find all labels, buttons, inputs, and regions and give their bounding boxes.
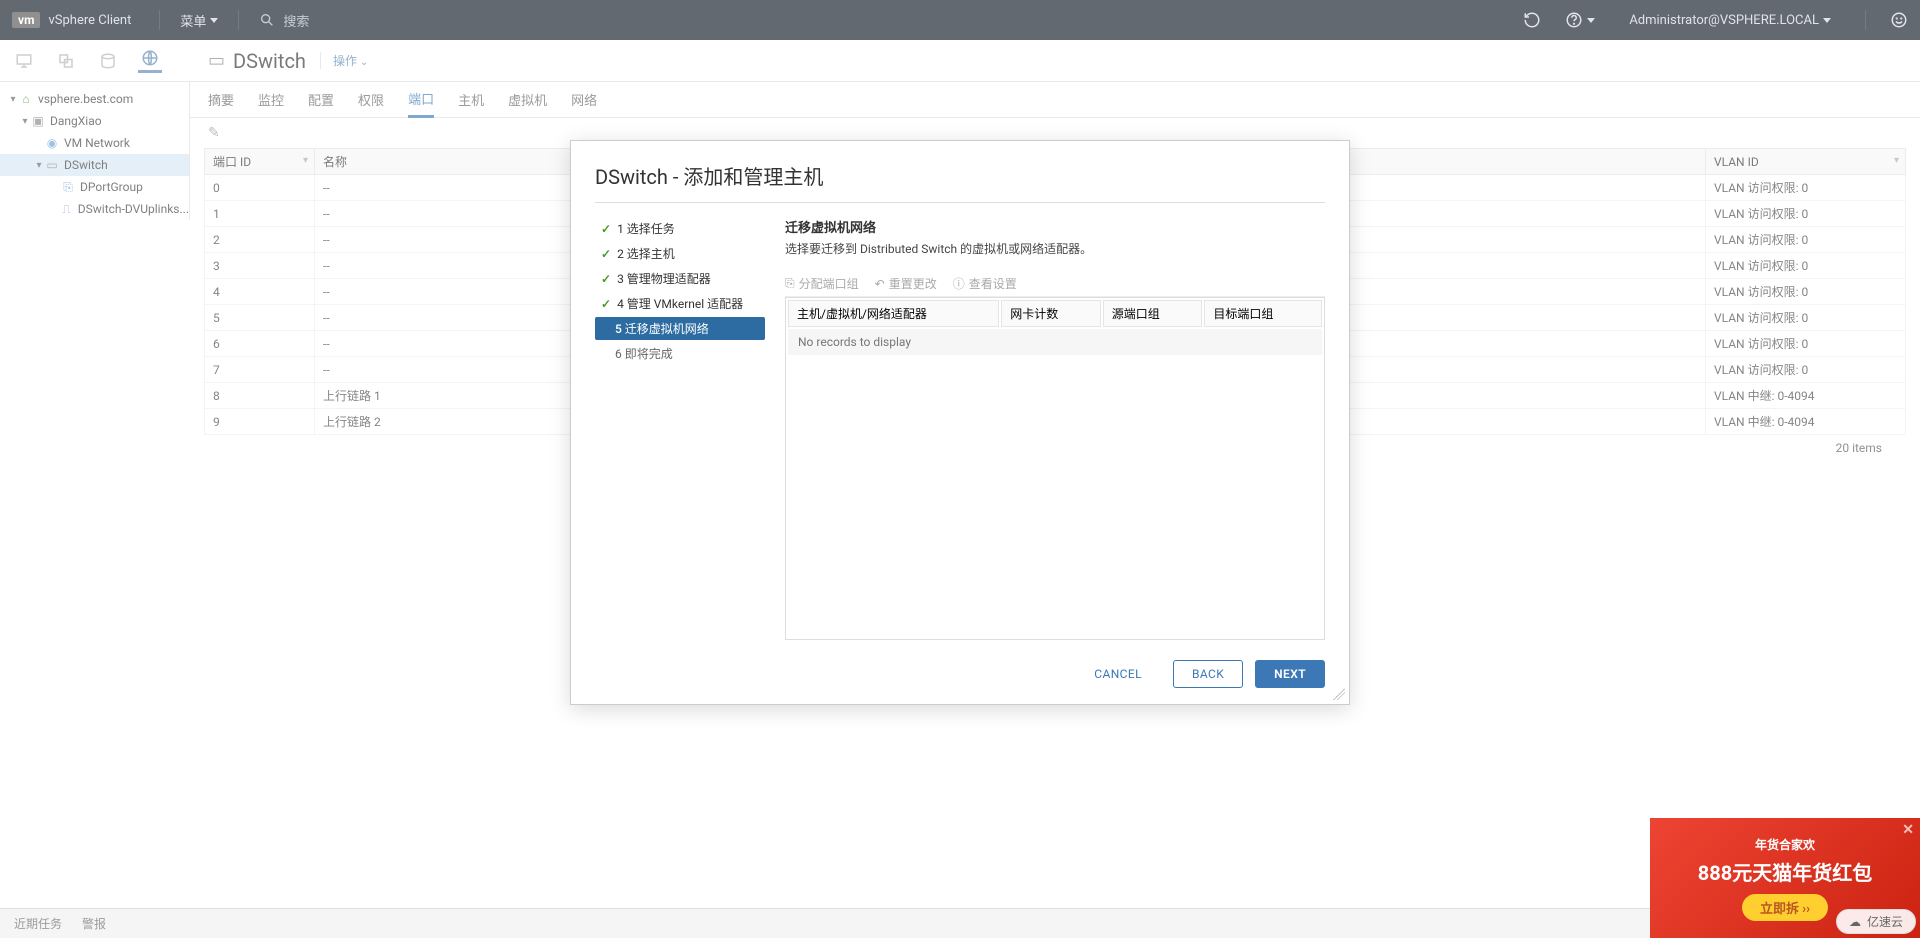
col-dst[interactable]: 目标端口组 <box>1204 300 1322 327</box>
content-description: 选择要迁移到 Distributed Switch 的虚拟机或网络适配器。 <box>785 240 1325 257</box>
info-icon: ⓘ <box>953 275 965 292</box>
wizard-step[interactable]: 6 即将完成 <box>595 342 765 365</box>
modal-overlay: DSwitch - 添加和管理主机 1 选择任务2 选择主机3 管理物理适配器4… <box>0 0 1920 938</box>
portgroup-icon: ⎘ <box>785 276 795 291</box>
inner-toolbar: ⎘分配端口组 ↶重置更改 ⓘ查看设置 <box>785 271 1325 297</box>
cancel-button[interactable]: CANCEL <box>1075 660 1161 688</box>
ad-button[interactable]: 立即拆 ›› <box>1742 894 1828 921</box>
wizard-step[interactable]: 4 管理 VMkernel 适配器 <box>595 292 765 315</box>
col-nic[interactable]: 网卡计数 <box>1001 300 1101 327</box>
view-settings[interactable]: ⓘ查看设置 <box>953 275 1017 292</box>
content-heading: 迁移虚拟机网络 <box>785 217 1325 236</box>
wizard-steps: 1 选择任务2 选择主机3 管理物理适配器4 管理 VMkernel 适配器5 … <box>595 217 765 640</box>
wizard-step[interactable]: 3 管理物理适配器 <box>595 267 765 290</box>
empty-message: No records to display <box>788 329 1322 355</box>
table-body-space <box>788 357 1322 637</box>
next-button[interactable]: NEXT <box>1255 660 1325 688</box>
reset-changes[interactable]: ↶重置更改 <box>875 275 937 292</box>
ad-small-text: 年货合家欢 <box>1755 836 1815 853</box>
migrate-table: 主机/虚拟机/网络适配器 网卡计数 源端口组 目标端口组 No records … <box>785 297 1325 640</box>
wizard-content: 迁移虚拟机网络 选择要迁移到 Distributed Switch 的虚拟机或网… <box>785 217 1325 640</box>
cloud-icon: ☁ <box>1849 915 1861 929</box>
close-icon[interactable]: ✕ <box>1902 822 1914 838</box>
modal-title: DSwitch - 添加和管理主机 <box>595 161 1325 203</box>
wizard-step[interactable]: 2 选择主机 <box>595 242 765 265</box>
back-button[interactable]: BACK <box>1173 660 1243 688</box>
wizard-step[interactable]: 5 迁移虚拟机网络 <box>595 317 765 340</box>
resize-grip-icon[interactable] <box>1333 688 1345 700</box>
modal-footer: CANCEL BACK NEXT <box>595 660 1325 688</box>
undo-icon: ↶ <box>875 277 885 291</box>
brand-badge[interactable]: ☁ 亿速云 <box>1836 909 1916 934</box>
assign-portgroup[interactable]: ⎘分配端口组 <box>785 275 859 292</box>
wizard-step[interactable]: 1 选择任务 <box>595 217 765 240</box>
col-src[interactable]: 源端口组 <box>1103 300 1203 327</box>
col-host[interactable]: 主机/虚拟机/网络适配器 <box>788 300 999 327</box>
brand-text: 亿速云 <box>1867 913 1903 930</box>
ad-big-text: 888元天猫年货红包 <box>1698 857 1872 886</box>
add-hosts-modal: DSwitch - 添加和管理主机 1 选择任务2 选择主机3 管理物理适配器4… <box>570 140 1350 705</box>
